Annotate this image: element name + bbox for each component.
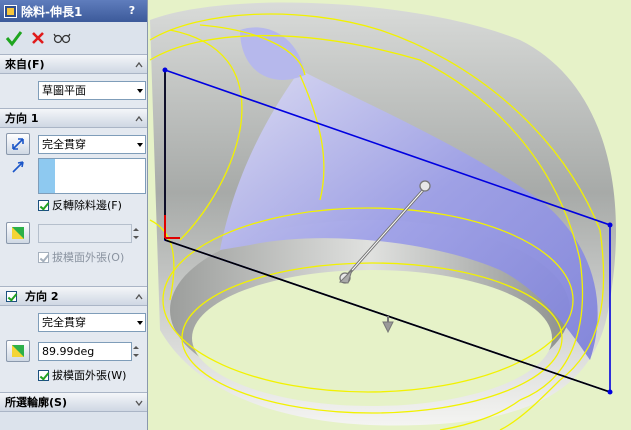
spin-buttons-icon[interactable]	[132, 344, 139, 360]
preview-glasses-icon[interactable]	[53, 29, 71, 47]
direction-vector-icon	[6, 158, 30, 174]
draft-toggle-icon[interactable]	[6, 340, 30, 362]
from-group-body: 草圖平面	[0, 74, 147, 108]
dropdown-arrow-icon	[137, 142, 143, 147]
reverse-direction-icon[interactable]	[6, 133, 30, 155]
dropdown-arrow-icon	[137, 320, 143, 325]
direction1-draft-outward-checkbox[interactable]: 拔模面外張(O)	[0, 248, 147, 266]
graphics-viewport[interactable]	[148, 0, 631, 430]
spin-buttons-icon[interactable]	[132, 226, 139, 242]
flip-side-to-cut-checkbox[interactable]: 反轉除料邊(F)	[0, 196, 147, 214]
model-scene	[149, 2, 616, 430]
extruded-cut-icon	[4, 4, 17, 18]
property-manager-panel: 除料-伸長1 ? 來自(F) 草圖平面 方向 1 完全貫穿 反轉除料邊(F) 拔…	[0, 0, 148, 430]
selected-contours-group-header[interactable]: 所選輪廓(S)	[0, 392, 147, 412]
direction2-group-header[interactable]: 方向 2	[0, 286, 147, 306]
direction1-draft-angle-input[interactable]	[38, 223, 139, 243]
from-select[interactable]: 草圖平面	[38, 80, 146, 100]
direction1-header-label: 方向 1	[5, 112, 39, 125]
selection-highlight	[39, 159, 55, 193]
from-header-label: 來自(F)	[5, 58, 45, 71]
inner-hole-floor	[192, 270, 552, 406]
collapse-chevron-icon[interactable]	[135, 61, 143, 69]
direction1-group-body: 完全貫穿 反轉除料邊(F) 拔模面外張(O)	[0, 128, 147, 286]
direction2-end-condition-value: 完全貫穿	[42, 316, 86, 329]
direction2-end-condition-select[interactable]: 完全貫穿	[38, 312, 146, 332]
direction1-end-condition-value: 完全貫穿	[42, 138, 86, 151]
direction2-draft-outward-label: 拔模面外張(W)	[52, 369, 127, 382]
feature-title-bar: 除料-伸長1 ?	[0, 0, 147, 22]
cancel-x-icon[interactable]	[29, 29, 47, 47]
collapse-chevron-icon[interactable]	[135, 115, 143, 123]
direction1-reference-list[interactable]	[38, 158, 146, 194]
direction2-group-body: 完全貫穿 89.99deg 拔模面外張(W)	[0, 306, 147, 392]
help-button[interactable]: ?	[125, 3, 139, 18]
direction1-draft-outward-label: 拔模面外張(O)	[52, 251, 125, 264]
checkbox-box[interactable]	[38, 251, 49, 263]
direction2-header-label: 方向 2	[25, 290, 59, 303]
direction1-end-condition-select[interactable]: 完全貫穿	[38, 134, 146, 154]
direction2-enable-checkbox[interactable]	[6, 290, 17, 302]
ok-check-icon[interactable]	[5, 29, 23, 47]
feature-title: 除料-伸長1	[21, 4, 83, 19]
checkbox-box[interactable]	[38, 199, 49, 211]
direction1-group-header[interactable]: 方向 1	[0, 108, 147, 128]
from-select-value: 草圖平面	[42, 84, 86, 97]
direction2-draft-angle-input[interactable]: 89.99deg	[38, 341, 139, 361]
flip-side-to-cut-label: 反轉除料邊(F)	[52, 199, 122, 212]
direction2-draft-outward-checkbox[interactable]: 拔模面外張(W)	[0, 366, 147, 384]
expand-chevron-icon[interactable]	[135, 399, 143, 407]
checkbox-box[interactable]	[38, 369, 49, 381]
draft-toggle-icon[interactable]	[6, 222, 30, 244]
from-group-header[interactable]: 來自(F)	[0, 54, 147, 74]
action-bar	[0, 22, 147, 54]
direction2-draft-angle-value: 89.99deg	[42, 344, 95, 358]
dropdown-arrow-icon	[137, 88, 143, 93]
selected-contours-header-label: 所選輪廓(S)	[5, 396, 67, 409]
collapse-chevron-icon[interactable]	[135, 293, 143, 301]
